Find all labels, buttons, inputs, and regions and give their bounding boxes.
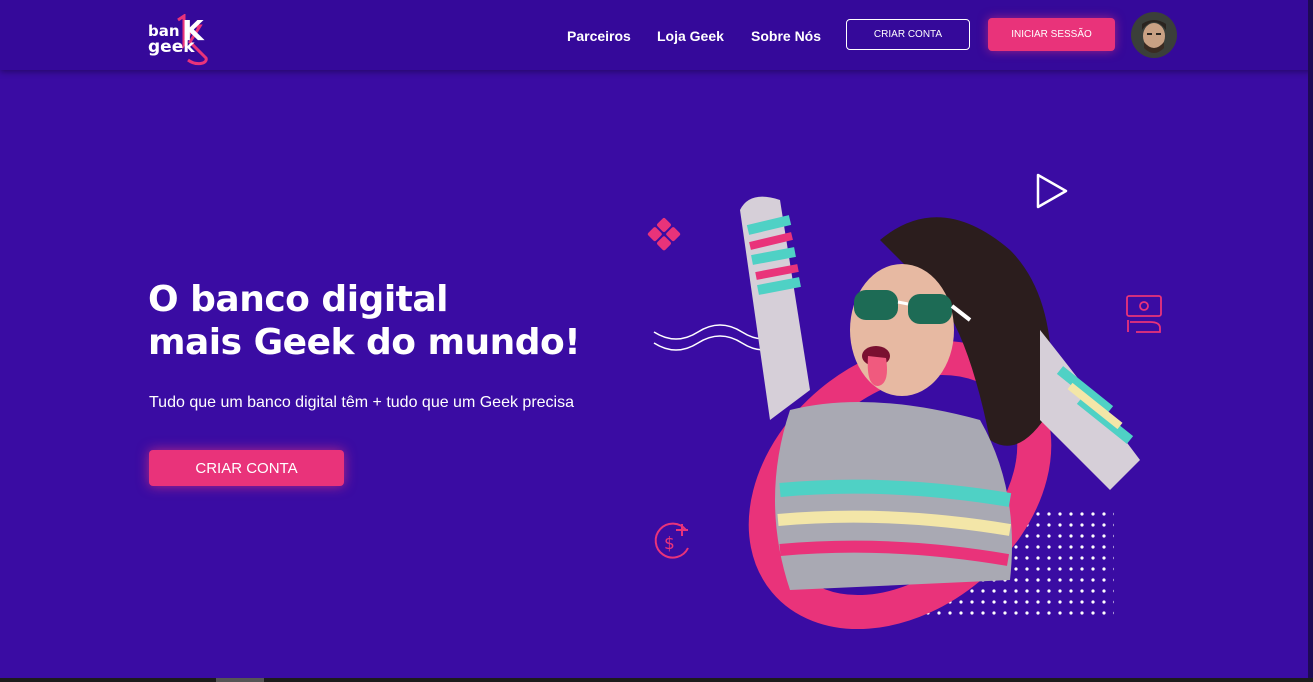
hero-subtitle: Tudo que um banco digital têm + tudo que… (149, 394, 574, 411)
top-navbar: ban geek K Parceiros Loja Geek Sobre Nós… (0, 0, 1313, 70)
money-hand-icon (1126, 295, 1162, 333)
create-account-button-nav[interactable]: CRIAR CONTA (846, 19, 970, 50)
create-account-cta-button[interactable]: CRIAR CONTA (149, 450, 344, 486)
user-avatar[interactable] (1131, 12, 1177, 58)
svg-text:$: $ (664, 534, 675, 554)
diamond-tiles-icon (647, 218, 681, 251)
nav-link-loja-geek[interactable]: Loja Geek (657, 28, 724, 44)
vertical-scrollbar[interactable] (1308, 0, 1313, 682)
hero-headline-line1: O banco digital (148, 279, 449, 320)
horizontal-scrollbar[interactable] (0, 678, 1313, 682)
horizontal-scrollbar-thumb[interactable] (216, 678, 264, 682)
hero-illustration: $ (640, 160, 1200, 630)
hero-headline: O banco digital mais Geek do mundo! (148, 278, 581, 364)
nav-link-sobre-nos[interactable]: Sobre Nós (751, 28, 821, 44)
login-button[interactable]: INICIAR SESSÃO (988, 18, 1115, 51)
bank-geek-logo[interactable]: ban geek K (148, 13, 218, 66)
dollar-plus-icon: $ (654, 522, 689, 559)
nav-link-parceiros[interactable]: Parceiros (567, 28, 631, 44)
logo-letter-k: K (182, 14, 205, 47)
play-icon (1036, 173, 1068, 209)
hero-headline-line2: mais Geek do mundo! (148, 322, 581, 363)
